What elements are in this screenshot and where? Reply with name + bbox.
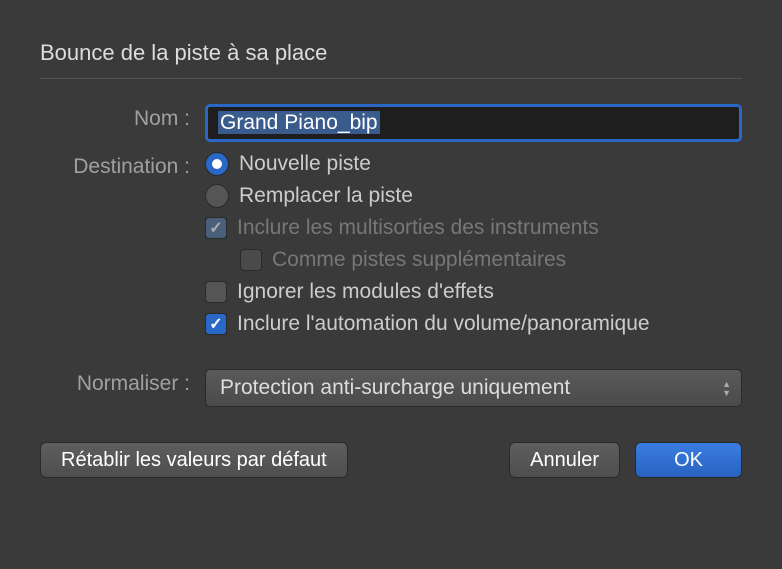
checkbox-as-additional-tracks-label: Comme pistes supplémentaires xyxy=(272,248,566,272)
radio-new-track[interactable] xyxy=(205,152,229,176)
normalize-select[interactable]: Protection anti-surcharge uniquement ▲ ▼ xyxy=(205,369,742,407)
checkbox-bypass-effects-label: Ignorer les modules d'effets xyxy=(237,280,494,304)
checkbox-include-automation-label: Inclure l'automation du volume/panoramiq… xyxy=(237,312,650,336)
name-input-value: Grand Piano_bip xyxy=(218,111,380,134)
checkbox-as-additional-tracks xyxy=(240,249,262,271)
dialog-title: Bounce de la piste à sa place xyxy=(40,40,742,79)
checkbox-include-multioutput xyxy=(205,217,227,239)
radio-replace-track[interactable] xyxy=(205,184,229,208)
normalize-selected-value: Protection anti-surcharge uniquement xyxy=(220,376,570,400)
ok-button[interactable]: OK xyxy=(635,442,742,478)
destination-label: Destination : xyxy=(40,152,205,179)
normalize-label: Normaliser : xyxy=(40,369,205,396)
checkbox-bypass-effects[interactable] xyxy=(205,281,227,303)
name-input[interactable]: Grand Piano_bip xyxy=(205,104,742,142)
name-label: Nom : xyxy=(40,104,205,131)
reset-defaults-button[interactable]: Rétablir les valeurs par défaut xyxy=(40,442,348,478)
chevron-up-down-icon: ▲ ▼ xyxy=(722,380,731,397)
radio-new-track-label: Nouvelle piste xyxy=(239,152,371,176)
cancel-button[interactable]: Annuler xyxy=(509,442,620,478)
radio-replace-track-label: Remplacer la piste xyxy=(239,184,413,208)
checkbox-include-multioutput-label: Inclure les multisorties des instruments xyxy=(237,216,599,240)
checkbox-include-automation[interactable] xyxy=(205,313,227,335)
